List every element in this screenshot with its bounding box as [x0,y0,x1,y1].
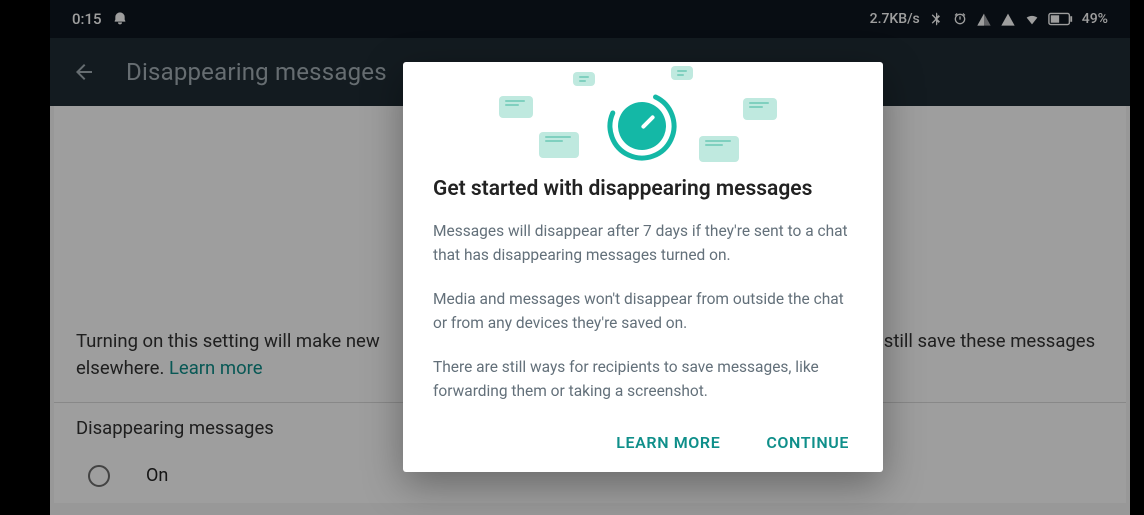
chat-bubble-icon [573,72,595,86]
chat-bubble-icon [743,98,777,120]
disappearing-messages-dialog: Get started with disappearing messages M… [403,62,883,472]
dialog-paragraph-1: Messages will disappear after 7 days if … [433,219,853,267]
dialog-illustration [403,62,883,177]
phone-frame: 0:15 2.7KB/s 49% Disappearing messages T… [50,0,1130,515]
dialog-paragraph-2: Media and messages won't disappear from … [433,287,853,335]
chat-bubble-icon [671,66,693,80]
dialog-paragraph-3: There are still ways for recipients to s… [433,355,853,403]
chat-bubble-icon [699,136,739,162]
chat-bubble-icon [539,132,579,158]
dialog-title: Get started with disappearing messages [433,177,853,201]
dialog-body: Get started with disappearing messages M… [403,177,883,425]
timer-icon [606,90,678,162]
learn-more-button[interactable]: LEARN MORE [616,433,720,452]
dialog-actions: LEARN MORE CONTINUE [403,425,883,468]
continue-button[interactable]: CONTINUE [766,433,849,452]
chat-bubble-icon [499,96,533,118]
